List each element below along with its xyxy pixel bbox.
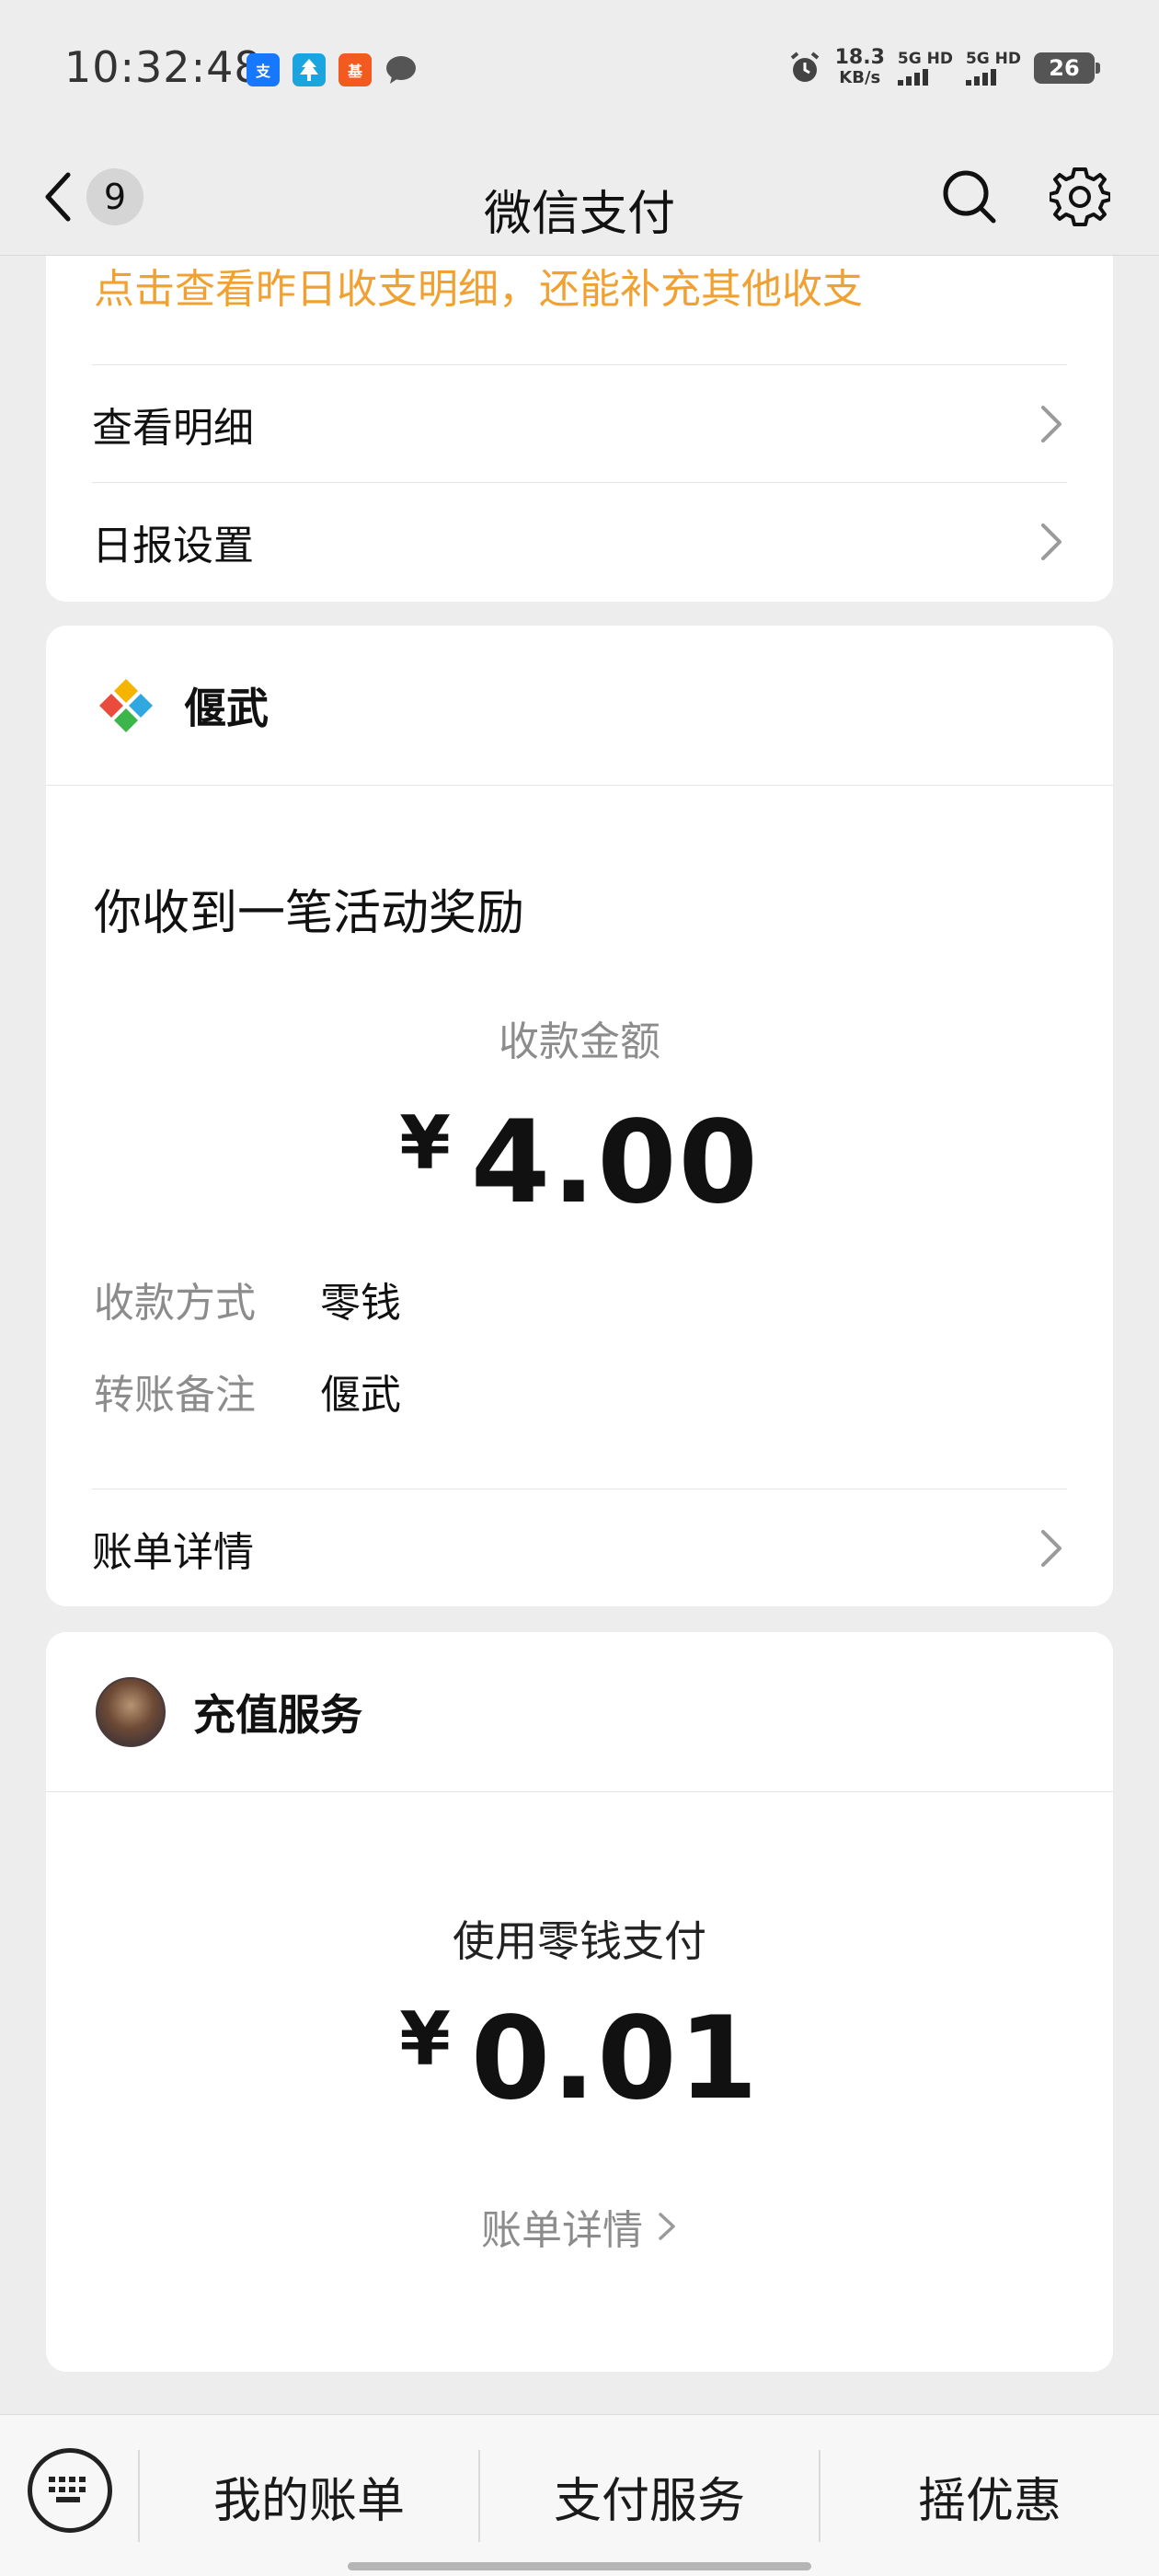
chevron-right-icon	[659, 2213, 675, 2240]
home-indicator[interactable]	[348, 2562, 811, 2570]
fund-icon-glyph: 基	[347, 63, 362, 80]
signal-bars-icon	[965, 67, 996, 86]
currency-symbol: ¥	[399, 1996, 453, 2082]
currency-symbol: ¥	[399, 1100, 453, 1186]
bottom-menu-bar: 我的账单 支付服务 摇优惠	[0, 2414, 1159, 2576]
sim1-signal: 5G HD	[897, 50, 953, 86]
battery-icon: 26	[1034, 52, 1100, 84]
payment-amount-value: 0.01	[470, 1993, 760, 2125]
battery-level: 26	[1049, 55, 1080, 81]
reward-card: 偃武 你收到一笔活动奖励 收款金额 ¥4.00 收款方式 零钱 转账备注 偃武 …	[46, 626, 1113, 1606]
reward-message-title: 你收到一笔活动奖励	[94, 886, 525, 941]
bill-details-link[interactable]: 账单详情	[46, 2197, 1113, 2256]
chevron-right-icon	[1041, 523, 1061, 560]
tree-app-notification-icon	[293, 53, 326, 86]
menu-shake-deals[interactable]: 摇优惠	[820, 2450, 1159, 2542]
transfer-note-key: 转账备注	[94, 1372, 256, 1419]
bill-details-row[interactable]: 账单详情	[92, 1489, 1067, 1606]
nav-bar: 9 微信支付	[0, 138, 1159, 256]
payment-amount: ¥0.01	[46, 1993, 1113, 2125]
status-time: 10:32:48	[64, 42, 262, 92]
search-button[interactable]	[929, 156, 1010, 237]
recharge-service-title: 充值服务	[193, 1689, 362, 1740]
sim1-label: 5G HD	[897, 50, 953, 68]
gear-icon	[1050, 167, 1110, 226]
menu-my-bills[interactable]: 我的账单	[140, 2450, 478, 2542]
transfer-note-value: 偃武	[320, 1372, 401, 1419]
reward-amount-value: 4.00	[470, 1097, 760, 1229]
sim2-label: 5G HD	[965, 50, 1021, 68]
daily-report-hint[interactable]: 点击查看昨日收支明细，还能补充其他收支	[94, 256, 863, 315]
signal-bars-icon	[897, 67, 928, 86]
menu-payment-services[interactable]: 支付服务	[480, 2450, 819, 2542]
amount-label: 收款金额	[499, 1018, 660, 1065]
payment-method-value: 零钱	[320, 1280, 401, 1327]
status-bar: 10:32:48 支 基 18.3 KB/s 5G HD 5G HD 26	[0, 0, 1159, 138]
view-details-label: 查看明细	[92, 404, 254, 452]
sim2-signal: 5G HD	[965, 50, 1021, 86]
recharge-card: 充值服务 使用零钱支付 ¥0.01 账单详情	[46, 1632, 1113, 2372]
transfer-note-row: 转账备注 偃武	[94, 1362, 401, 1420]
payment-method-row: 收款方式 零钱	[94, 1270, 401, 1328]
reward-sender-name: 偃武	[184, 683, 269, 733]
pinwheel-logo-icon	[99, 678, 153, 732]
settings-button[interactable]	[1039, 156, 1120, 237]
alipay-notification-icon: 支	[247, 53, 280, 86]
payment-method-key: 收款方式	[94, 1280, 256, 1327]
report-settings-label: 日报设置	[92, 522, 254, 569]
reward-card-header[interactable]: 偃武	[46, 626, 1113, 786]
alipay-icon-glyph: 支	[255, 63, 270, 80]
daily-report-card: 点击查看昨日收支明细，还能补充其他收支 查看明细 日报设置	[46, 256, 1113, 602]
notification-icons: 支 基	[247, 53, 418, 86]
status-indicators: 18.3 KB/s 5G HD 5G HD 26	[787, 48, 1100, 88]
message-notification-icon	[384, 53, 418, 86]
view-details-row[interactable]: 查看明细	[92, 364, 1067, 482]
recharge-card-header[interactable]: 充值服务	[46, 1632, 1113, 1792]
fund-app-notification-icon: 基	[339, 53, 372, 86]
search-icon	[943, 170, 996, 224]
alarm-icon	[790, 52, 819, 82]
network-speed: 18.3 KB/s	[835, 48, 885, 88]
reward-amount: ¥4.00	[46, 1097, 1113, 1229]
bill-details-label: 账单详情	[92, 1528, 254, 1576]
network-speed-value: 18.3	[834, 46, 885, 69]
payment-source-label: 使用零钱支付	[453, 1916, 706, 1966]
chevron-right-icon	[1041, 1529, 1061, 1567]
network-speed-unit: KB/s	[839, 68, 881, 87]
chevron-right-icon	[1041, 405, 1061, 443]
keyboard-icon	[49, 2477, 86, 2502]
report-settings-row[interactable]: 日报设置	[92, 482, 1067, 600]
keyboard-toggle-button[interactable]	[28, 2448, 112, 2533]
avatar	[96, 1676, 166, 1747]
bill-details-link-label: 账单详情	[481, 2207, 643, 2254]
